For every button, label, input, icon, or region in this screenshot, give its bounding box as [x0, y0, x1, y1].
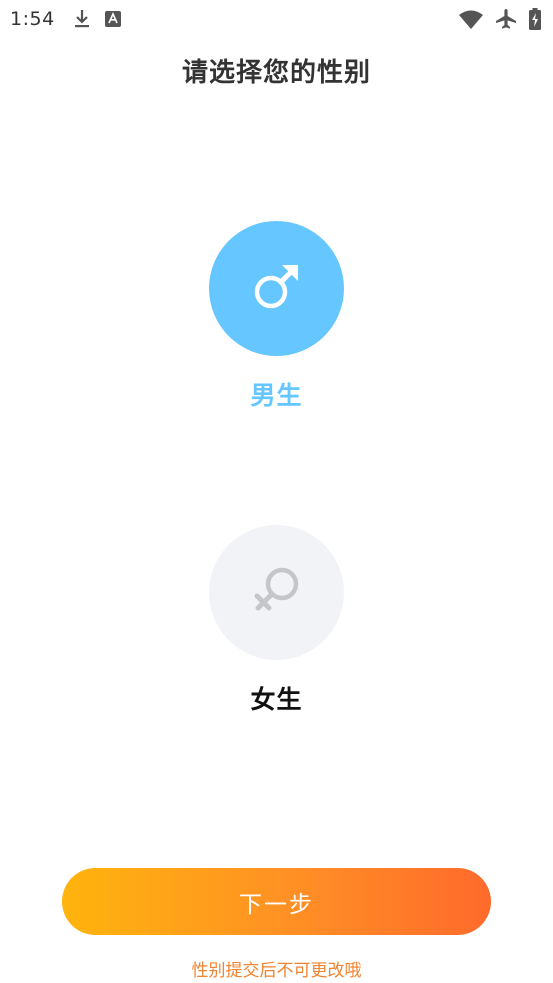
airplane-mode-icon	[495, 8, 517, 30]
page-title: 请选择您的性别	[181, 58, 371, 88]
male-label: 男生	[250, 381, 303, 410]
female-symbol-icon	[249, 563, 305, 623]
female-label: 女生	[250, 685, 303, 714]
gender-locked-hint: 性别提交后不可更改哦	[191, 961, 362, 981]
status-bar: 1:54	[0, 0, 553, 38]
female-option-circle[interactable]	[209, 525, 344, 660]
app-notification-icon	[104, 11, 121, 27]
next-step-button[interactable]: 下一步	[62, 868, 491, 935]
status-left-icons	[73, 9, 121, 29]
wifi-icon	[459, 10, 483, 29]
gender-selection-screen: 1:54 请选择您的性别 男生 女生 下一步 性别提交后不可更改哦	[0, 0, 553, 983]
male-option-circle[interactable]	[209, 221, 344, 356]
gender-option-female[interactable]: 女生	[0, 525, 553, 716]
gender-option-male[interactable]: 男生	[0, 221, 553, 412]
status-time: 1:54	[10, 8, 55, 30]
battery-charging-icon	[529, 8, 541, 30]
status-right-icons	[459, 8, 543, 30]
male-symbol-icon	[249, 259, 305, 319]
download-icon	[73, 9, 91, 29]
